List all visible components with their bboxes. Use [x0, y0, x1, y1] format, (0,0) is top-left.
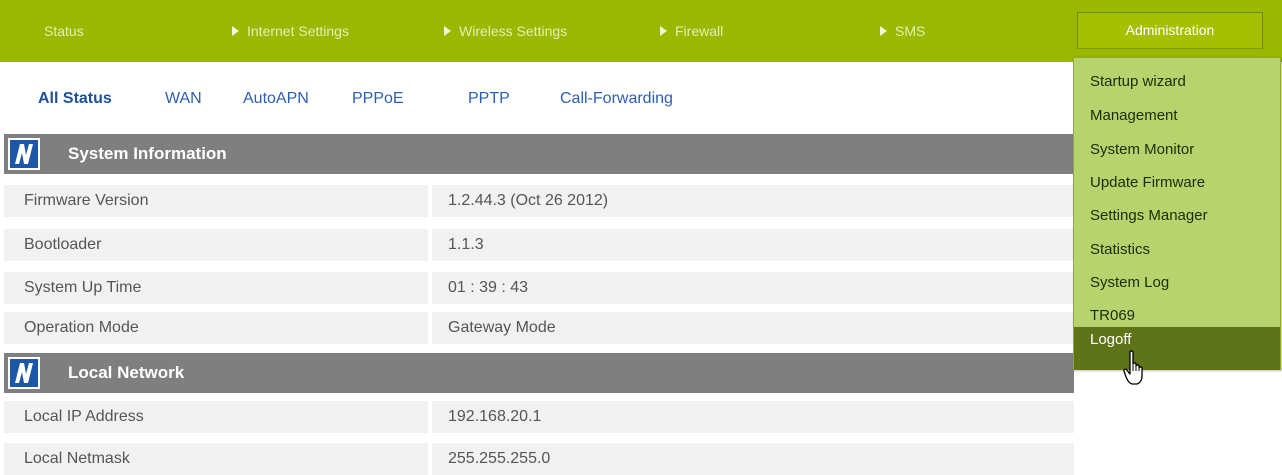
- table-row: Bootloader 1.1.3: [4, 229, 1074, 261]
- nav-status-label: Status: [44, 23, 84, 39]
- triangle-right-icon: [660, 26, 667, 36]
- row-label: Operation Mode: [24, 319, 139, 336]
- brand-logo-icon: [8, 138, 40, 170]
- row-value: Gateway Mode: [448, 319, 556, 336]
- section-title: Local Network: [68, 363, 185, 382]
- administration-dropdown-menu: Startup wizard Management System Monitor…: [1073, 57, 1281, 370]
- nav-sms[interactable]: SMS: [880, 0, 925, 62]
- column-divider: [428, 443, 432, 475]
- menu-item-management[interactable]: Management: [1090, 107, 1178, 124]
- row-value: 255.255.255.0: [448, 450, 551, 467]
- subnav-wan[interactable]: WAN: [165, 90, 202, 108]
- subnav-all-status[interactable]: All Status: [38, 90, 112, 108]
- table-row: Local Netmask 255.255.255.0: [4, 443, 1074, 475]
- nav-firewall-label: Firewall: [675, 23, 724, 39]
- nav-wireless-settings[interactable]: Wireless Settings: [444, 0, 567, 62]
- row-label: System Up Time: [24, 279, 142, 296]
- hand-pointer-icon: [1123, 350, 1149, 391]
- table-row: Local IP Address 192.168.20.1: [4, 401, 1074, 433]
- section-header-local-network: Local Network: [4, 353, 1074, 393]
- column-divider: [428, 229, 432, 261]
- menu-item-logoff[interactable]: Logoff: [1074, 327, 1280, 370]
- table-row: Operation Mode Gateway Mode: [4, 312, 1074, 344]
- nav-status[interactable]: Status: [44, 0, 84, 62]
- row-value: 1.2.44.3 (Oct 26 2012): [448, 192, 609, 209]
- section-title: System Information: [68, 144, 227, 163]
- menu-item-startup-wizard[interactable]: Startup wizard: [1090, 73, 1186, 90]
- table-row: System Up Time 01 : 39 : 43: [4, 272, 1074, 304]
- nav-firewall[interactable]: Firewall: [660, 0, 723, 62]
- triangle-right-icon: [232, 26, 239, 36]
- row-label: Local IP Address: [24, 408, 144, 425]
- table-row: Firmware Version 1.2.44.3 (Oct 26 2012): [4, 185, 1074, 217]
- column-divider: [428, 312, 432, 344]
- nav-internet-settings[interactable]: Internet Settings: [232, 0, 349, 62]
- menu-item-settings-manager[interactable]: Settings Manager: [1090, 207, 1208, 224]
- nav-sms-label: SMS: [895, 23, 926, 39]
- section-header-system-information: System Information: [4, 134, 1074, 174]
- nav-wireless-settings-label: Wireless Settings: [459, 23, 568, 39]
- nav-administration[interactable]: Administration: [1077, 12, 1263, 49]
- menu-item-statistics[interactable]: Statistics: [1090, 241, 1150, 258]
- menu-item-system-monitor[interactable]: System Monitor: [1090, 141, 1194, 158]
- nav-internet-settings-label: Internet Settings: [247, 23, 349, 39]
- nav-administration-label: Administration: [1125, 22, 1215, 38]
- column-divider: [428, 185, 432, 217]
- brand-logo-icon: [8, 357, 40, 389]
- row-value: 01 : 39 : 43: [448, 279, 529, 296]
- row-label: Bootloader: [24, 236, 102, 253]
- triangle-right-icon: [444, 26, 451, 36]
- subnav-autoapn[interactable]: AutoAPN: [243, 90, 309, 108]
- menu-item-tr069[interactable]: TR069: [1090, 307, 1135, 324]
- column-divider: [428, 401, 432, 433]
- menu-item-system-log[interactable]: System Log: [1090, 274, 1169, 291]
- subnav-call-forwarding[interactable]: Call-Forwarding: [560, 90, 673, 108]
- row-label: Firmware Version: [24, 192, 149, 209]
- row-value: 192.168.20.1: [448, 408, 542, 425]
- subnav-pptp[interactable]: PPTP: [468, 90, 510, 108]
- column-divider: [428, 272, 432, 304]
- menu-item-update-firmware[interactable]: Update Firmware: [1090, 174, 1205, 191]
- row-label: Local Netmask: [24, 450, 130, 467]
- subnav-pppoe[interactable]: PPPoE: [352, 90, 404, 108]
- top-navigation: Status Internet Settings Wireless Settin…: [0, 0, 1282, 62]
- row-value: 1.1.3: [448, 236, 484, 253]
- triangle-right-icon: [880, 26, 887, 36]
